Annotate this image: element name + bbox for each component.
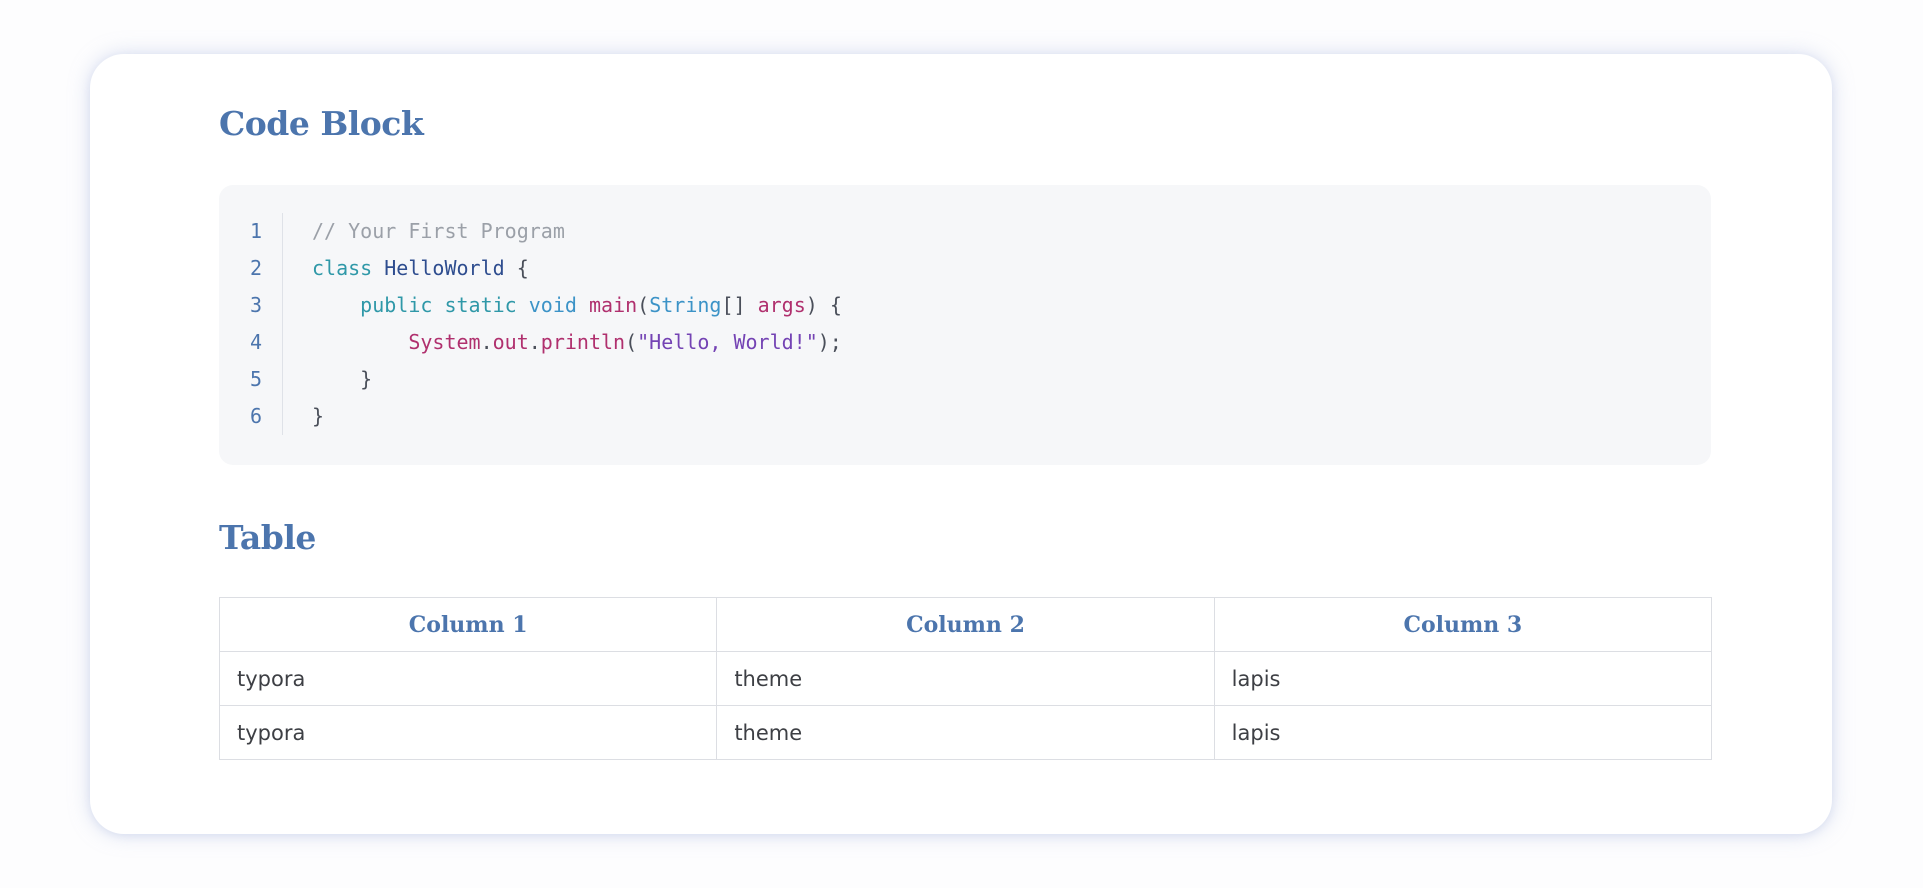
- code-token: "Hello, World!": [637, 330, 818, 354]
- code-token: public: [360, 293, 433, 317]
- code-token: (: [637, 293, 650, 317]
- line-number: 2: [249, 256, 262, 280]
- code-lines[interactable]: // Your First Program class HelloWorld {…: [312, 213, 842, 435]
- heading-table: Table: [219, 518, 316, 557]
- code-token: class: [312, 256, 373, 280]
- code-token: void: [528, 293, 577, 317]
- code-token: main: [588, 293, 638, 317]
- code-token: static: [444, 293, 517, 317]
- column-header[interactable]: Column 3: [1213, 597, 1713, 652]
- code-token: {: [504, 256, 529, 280]
- column-header[interactable]: Column 1: [218, 597, 718, 652]
- line-number: 4: [249, 330, 262, 354]
- document-card: Code Block 1 2 3 4 5 6 // Your First Pro…: [90, 54, 1832, 834]
- table-cell[interactable]: theme: [716, 705, 1215, 760]
- code-line[interactable]: }: [312, 398, 842, 435]
- code-token: args: [757, 293, 806, 317]
- data-table: Column 1 Column 2 Column 3 typora theme …: [218, 597, 1713, 760]
- table-cell[interactable]: typora: [218, 651, 718, 706]
- line-number: 1: [249, 219, 262, 243]
- table-cell[interactable]: theme: [716, 651, 1215, 706]
- code-token: System: [408, 330, 481, 354]
- table-row: typora theme lapis: [218, 651, 1713, 706]
- code-token: out: [492, 330, 529, 354]
- code-token: .: [528, 330, 541, 354]
- table-cell[interactable]: typora: [218, 705, 718, 760]
- code-token: ) {: [805, 293, 842, 317]
- table-cell[interactable]: lapis: [1213, 651, 1713, 706]
- code-token: );: [817, 330, 842, 354]
- code-token: // Your First Program: [312, 219, 565, 243]
- column-header[interactable]: Column 2: [716, 597, 1215, 652]
- line-number: 5: [249, 367, 262, 391]
- heading-code-block: Code Block: [219, 104, 424, 143]
- code-token: (: [625, 330, 638, 354]
- code-line[interactable]: public static void main(String[] args) {: [312, 287, 842, 324]
- code-token: HelloWorld: [384, 256, 505, 280]
- code-line[interactable]: class HelloWorld {: [312, 250, 842, 287]
- line-number-gutter: 1 2 3 4 5 6: [219, 213, 283, 435]
- code-block[interactable]: 1 2 3 4 5 6 // Your First Program class …: [219, 185, 1711, 465]
- code-token: println: [540, 330, 626, 354]
- code-token: String: [649, 293, 722, 317]
- code-line[interactable]: // Your First Program: [312, 213, 842, 250]
- code-token: []: [721, 293, 758, 317]
- code-token: .: [480, 330, 493, 354]
- table-row: typora theme lapis: [218, 705, 1713, 760]
- code-token: }: [312, 367, 373, 391]
- line-number: 6: [249, 404, 262, 428]
- line-number: 3: [249, 293, 262, 317]
- table-header-row: Column 1 Column 2 Column 3: [218, 597, 1713, 652]
- code-token: }: [312, 404, 325, 428]
- code-line[interactable]: }: [312, 361, 842, 398]
- code-line[interactable]: System.out.println("Hello, World!");: [312, 324, 842, 361]
- table-cell[interactable]: lapis: [1213, 705, 1713, 760]
